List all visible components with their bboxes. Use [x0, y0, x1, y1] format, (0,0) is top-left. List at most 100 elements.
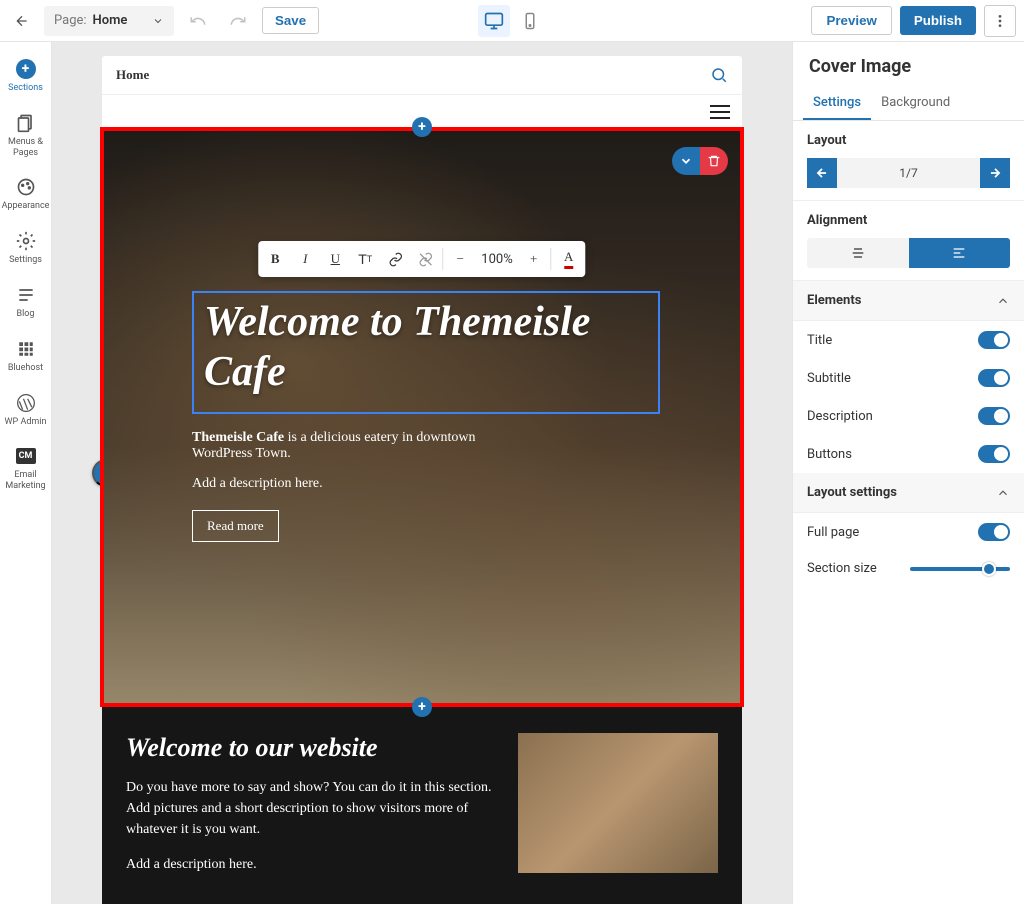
underline-button[interactable]: U [320, 245, 350, 273]
link-icon [388, 252, 403, 267]
zoom-out-button[interactable]: − [445, 245, 475, 273]
gear-icon [16, 231, 36, 251]
publish-button[interactable]: Publish [900, 6, 976, 35]
elements-accordion-header[interactable]: Elements [793, 281, 1024, 321]
zoom-in-button[interactable]: + [519, 245, 549, 273]
text-toolbar: B I U TT − 100% + A [258, 241, 585, 277]
page-header-search[interactable]: Home [102, 56, 742, 95]
section-size-slider[interactable] [910, 567, 1010, 571]
welcome-section[interactable]: Welcome to our website Do you have more … [102, 705, 742, 904]
hero-description[interactable]: Add a description here. [192, 476, 660, 492]
page-brand: Home [116, 67, 149, 83]
full-page-row: Full page [793, 513, 1024, 551]
section2-title[interactable]: Welcome to our website [126, 733, 494, 763]
layout-next-button[interactable] [980, 158, 1010, 188]
unlink-button[interactable] [410, 245, 440, 273]
lines-icon [16, 285, 36, 305]
mobile-view-button[interactable] [514, 5, 546, 37]
page-selector[interactable]: Page: Home [44, 6, 174, 36]
redo-button[interactable] [222, 5, 254, 37]
more-button[interactable] [984, 5, 1016, 37]
element-label: Buttons [807, 447, 852, 462]
hamburger-icon[interactable] [710, 105, 730, 119]
align-left-icon [951, 245, 967, 261]
grid-icon [17, 340, 35, 358]
hero-title[interactable]: Welcome to Themeisle Cafe [204, 297, 648, 398]
nav-appearance[interactable]: Appearance [0, 168, 52, 220]
section2-desc[interactable]: Add a description here. [126, 854, 494, 875]
nav-blog[interactable]: Blog [0, 276, 52, 328]
hero-content: Welcome to Themeisle Cafe Themeisle Cafe… [192, 291, 660, 542]
arrow-left-icon [14, 13, 30, 29]
section-delete-button[interactable] [700, 147, 728, 175]
full-page-label: Full page [807, 525, 859, 540]
nav-sections[interactable]: + Sections [0, 50, 52, 102]
nav-menus-pages[interactable]: Menus & Pages [0, 104, 52, 167]
hero-subtitle[interactable]: Themeisle Cafe is a delicious eatery in … [192, 430, 532, 462]
text-color-button[interactable]: A [554, 245, 584, 273]
title-toggle[interactable] [978, 331, 1010, 349]
full-page-toggle[interactable] [978, 523, 1010, 541]
elements-label: Elements [807, 293, 861, 308]
chevron-down-icon [679, 154, 693, 168]
description-toggle[interactable] [978, 407, 1010, 425]
nav-label: Sections [8, 83, 43, 94]
chevron-up-icon [996, 294, 1010, 308]
section-size-label: Section size [807, 561, 877, 576]
more-vertical-icon [992, 13, 1008, 29]
cm-icon: CM [16, 448, 36, 464]
palette-icon [16, 177, 36, 197]
tab-settings[interactable]: Settings [803, 87, 871, 120]
nav-wpadmin[interactable]: WP Admin [0, 384, 52, 436]
search-icon[interactable] [710, 66, 728, 84]
arrow-left-icon [815, 166, 829, 180]
align-left-option[interactable] [909, 238, 1011, 268]
italic-button[interactable]: I [290, 245, 320, 273]
panel-tabs: Settings Background [793, 87, 1024, 121]
nav-settings[interactable]: Settings [0, 222, 52, 274]
trash-icon [707, 154, 721, 168]
preview-button[interactable]: Preview [811, 6, 891, 35]
nav-label: Appearance [2, 201, 50, 212]
canvas[interactable]: Home + B I U [52, 42, 792, 904]
section2-body[interactable]: Do you have more to say and show? You ca… [126, 777, 494, 840]
element-buttons-row: Buttons [793, 435, 1024, 473]
nav-label: Blog [17, 309, 35, 320]
pages-icon [16, 113, 36, 133]
page-label: Page: [54, 13, 87, 28]
hero-cta-button[interactable]: Read more [192, 510, 279, 542]
nav-label: Menus & Pages [2, 137, 50, 159]
save-button[interactable]: Save [262, 7, 319, 34]
left-nav: + Sections Menus & Pages Appearance Sett… [0, 42, 52, 904]
element-description-row: Description [793, 397, 1024, 435]
subtitle-toggle[interactable] [978, 369, 1010, 387]
hero-section[interactable]: B I U TT − 100% + A [100, 127, 744, 707]
add-section-bottom-button[interactable]: + [412, 697, 432, 717]
back-button[interactable] [8, 7, 36, 35]
link-button[interactable] [380, 245, 410, 273]
bold-button[interactable]: B [260, 245, 290, 273]
page-frame: Home + B I U [102, 56, 742, 904]
layout-label: Layout [807, 133, 1010, 148]
element-subtitle-row: Subtitle [793, 359, 1024, 397]
chevron-up-icon [996, 486, 1010, 500]
hero-title-selection[interactable]: Welcome to Themeisle Cafe [192, 291, 660, 414]
selection-actions [672, 147, 728, 175]
arrow-right-icon [988, 166, 1002, 180]
section2-image[interactable] [518, 733, 718, 873]
redo-icon [229, 12, 247, 30]
align-center-option[interactable] [807, 238, 909, 268]
add-section-top-button[interactable]: + [412, 117, 432, 137]
layout-prev-button[interactable] [807, 158, 837, 188]
element-label: Description [807, 409, 873, 424]
section-expand-button[interactable] [672, 147, 700, 175]
text-size-button[interactable]: TT [350, 245, 380, 273]
layout-settings-accordion-header[interactable]: Layout settings [793, 473, 1024, 513]
undo-icon [189, 12, 207, 30]
undo-button[interactable] [182, 5, 214, 37]
desktop-view-button[interactable] [478, 5, 510, 37]
nav-bluehost[interactable]: Bluehost [0, 330, 52, 382]
nav-email-marketing[interactable]: CM Email Marketing [0, 437, 52, 500]
buttons-toggle[interactable] [978, 445, 1010, 463]
tab-background[interactable]: Background [871, 87, 960, 120]
